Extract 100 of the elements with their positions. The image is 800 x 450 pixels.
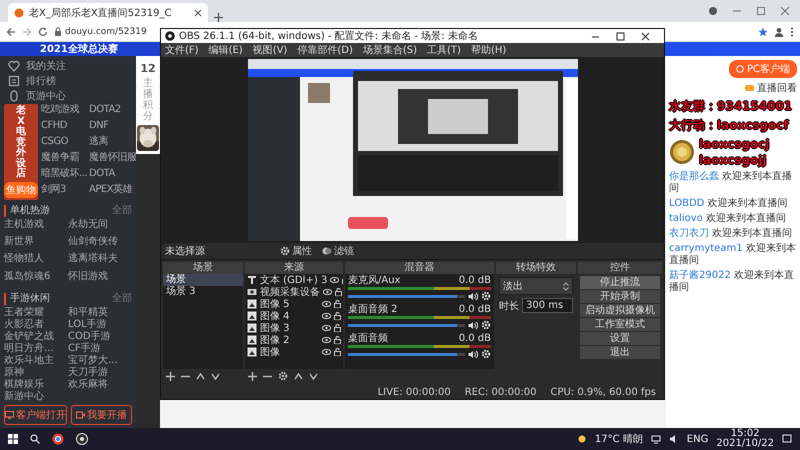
sidebar-item[interactable]: 我的关注	[4, 59, 132, 72]
menu-item[interactable]: 工具(T)	[427, 43, 461, 57]
properties-button[interactable]: 属性	[275, 244, 317, 258]
category-link[interactable]: 吃鸡游戏	[41, 104, 88, 120]
category-link[interactable]: 欢乐麻将	[68, 379, 132, 391]
menu-item[interactable]: 文件(F)	[165, 43, 199, 57]
category-link[interactable]: 怪物猎人	[4, 253, 68, 271]
category-link[interactable]: CFHD	[41, 120, 88, 136]
control-button[interactable]: 停止推流	[580, 276, 660, 289]
eye-icon	[323, 289, 332, 295]
close-icon	[194, 8, 202, 16]
category-link[interactable]: 火影忍者	[4, 319, 68, 331]
score-value: 12	[140, 62, 156, 75]
status-text: CPU: 0.9%, 60.00 fps	[550, 386, 656, 398]
category-link[interactable]: 新世界	[4, 236, 68, 254]
scene-item[interactable]: 场景	[163, 274, 243, 286]
settings-icon	[481, 349, 491, 359]
category-link[interactable]: 宝可梦大...	[68, 355, 132, 367]
favicon-icon	[14, 8, 24, 18]
category-link[interactable]: 永劫无间	[68, 218, 132, 236]
category-link[interactable]: 仙剑奇侠传	[68, 236, 132, 254]
control-button[interactable]: 启动虚拟摄像机	[580, 304, 660, 317]
dock-title: 控件	[578, 262, 662, 274]
client-icon	[736, 65, 744, 73]
lock-icon	[335, 288, 342, 296]
category-link[interactable]: 魔兽争霸	[41, 152, 88, 168]
volume-slider[interactable]	[348, 352, 465, 356]
duration-label: 时长	[499, 300, 519, 312]
source-item[interactable]: 图像 4	[260, 309, 319, 323]
category-link[interactable]: DNF	[89, 120, 137, 136]
menu-item[interactable]: 帮助(H)	[470, 43, 506, 57]
all-link[interactable]: 全部	[112, 293, 132, 305]
category-link[interactable]: 和平精英	[68, 307, 132, 319]
control-button[interactable]: 设置	[580, 332, 660, 345]
record-icon	[708, 6, 718, 16]
replay-link[interactable]: 直播回看	[757, 81, 797, 95]
scene-item[interactable]: 场景 3	[163, 286, 243, 298]
eye-icon	[322, 337, 331, 343]
category-link[interactable]: 魔兽怀旧服	[89, 152, 137, 168]
category-link[interactable]: 怀旧游戏	[68, 270, 132, 288]
pc-client-button[interactable]: PC客户端	[728, 60, 797, 78]
category-link[interactable]: CSGO	[41, 136, 88, 152]
category-link[interactable]: 主机游戏	[4, 218, 68, 236]
open-client-button[interactable]: 客户端打开	[4, 405, 67, 425]
source-item[interactable]: 文本 (GDI+) 3	[260, 274, 328, 287]
eye-icon	[322, 313, 331, 319]
category-link[interactable]: DOTA2	[89, 104, 137, 120]
source-item[interactable]: 视频采集设备	[260, 285, 320, 299]
category-link[interactable]: 明日方舟...	[4, 343, 68, 355]
control-button[interactable]: 开始录制	[580, 290, 660, 303]
category-link[interactable]: CF手游	[68, 343, 132, 355]
category-link[interactable]: 王者荣耀	[4, 307, 68, 319]
volume-slider[interactable]	[348, 294, 465, 298]
category-link[interactable]: 新游中心	[4, 391, 68, 403]
category-link[interactable]: 欢乐斗地主	[4, 355, 68, 367]
menu-item[interactable]: 编辑(E)	[208, 43, 243, 57]
source-item[interactable]: 图像	[260, 345, 319, 359]
control-button[interactable]: 退出	[580, 346, 660, 359]
category-link[interactable]: APEX英雄	[89, 184, 137, 200]
volume-slider[interactable]	[348, 324, 465, 326]
source-item[interactable]: 图像 3	[260, 321, 319, 335]
address-bar[interactable]: douyu.com/52319	[54, 26, 147, 36]
lock-icon	[334, 348, 341, 356]
filters-button[interactable]: 滤镜	[317, 244, 359, 258]
category-link[interactable]: 逃离塔科夫	[68, 253, 132, 271]
control-button[interactable]: 工作室模式	[580, 318, 660, 331]
speaker-icon	[468, 292, 478, 300]
go-live-button[interactable]: 我要开播	[71, 405, 132, 425]
browser-tab[interactable]: 老X_局部乐老X直播间52319_C	[8, 3, 208, 22]
category-link[interactable]: DOTA	[89, 168, 137, 184]
duration-field[interactable]: 300 ms	[522, 298, 573, 313]
category-link[interactable]: 金铲铲之战	[4, 331, 68, 343]
category-link[interactable]: 剑网3	[41, 184, 88, 200]
speaker-icon	[468, 320, 478, 330]
menu-item[interactable]: 场景集合(S)	[362, 43, 418, 57]
source-item[interactable]: 图像 2	[260, 333, 319, 347]
category-link[interactable]: 棋牌娱乐	[4, 379, 68, 391]
category-link[interactable]: 原神	[4, 367, 68, 379]
category-link[interactable]: 天刀手游	[68, 367, 132, 379]
category-link[interactable]: 暗黑破坏...	[41, 168, 88, 184]
category-link[interactable]: COD手游	[68, 331, 132, 343]
sidebar-item[interactable]: 页游中心	[4, 89, 132, 102]
search-icon	[30, 434, 40, 444]
category-link[interactable]: 孤岛惊魂6	[4, 270, 68, 288]
language-indicator[interactable]: ENG	[686, 434, 708, 444]
menu-item[interactable]: 视图(V)	[252, 43, 288, 57]
category-link[interactable]: 逃离	[89, 136, 137, 152]
sidebar-item[interactable]: 排行榜	[4, 74, 132, 87]
category-link[interactable]: LOL手游	[68, 319, 132, 331]
menu-item[interactable]: 停靠部件(D)	[297, 43, 353, 57]
ad-banner[interactable]: 老X电竞外设店 鱼购物	[4, 104, 38, 200]
source-item[interactable]: 图像 5	[260, 297, 319, 311]
clock[interactable]: 15:02 2021/10/22	[716, 429, 774, 449]
transition-dropdown[interactable]: 淡出	[499, 277, 573, 295]
all-link[interactable]: 全部	[112, 204, 132, 216]
chat-message: carrymyteam1 欢迎来到本直播间	[669, 243, 797, 267]
camera-icon	[76, 411, 85, 419]
lock-icon	[334, 312, 341, 320]
lock-icon	[334, 336, 341, 344]
status-text: REC: 00:00:00	[464, 386, 536, 398]
